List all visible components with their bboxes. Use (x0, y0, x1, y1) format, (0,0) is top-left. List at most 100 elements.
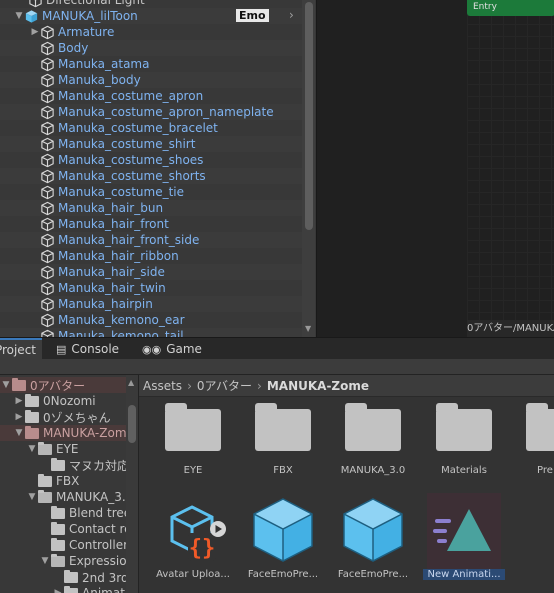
gameobject-icon (41, 73, 54, 87)
hierarchy-row[interactable]: Body (0, 40, 302, 56)
expand-arrow-icon[interactable]: ▼ (26, 492, 38, 502)
folder-label: 0Nozomi (43, 394, 96, 408)
gameobject-icon (41, 329, 54, 337)
gameobject-icon (41, 137, 54, 151)
hierarchy-item-label: Manuka_costume_shoes (58, 153, 204, 167)
hierarchy-item-label: Manuka_costume_shorts (58, 169, 206, 183)
folder-label: EYE (56, 442, 79, 456)
hierarchy-row[interactable]: Manuka_costume_apron_nameplate (0, 104, 302, 120)
tab-project[interactable]: Project (0, 338, 42, 360)
hierarchy-row[interactable]: Manuka_hair_bun (0, 200, 302, 216)
bottom-tab-bar: Project ▤ Console ◉◉ Game (0, 337, 554, 360)
asset-label: New Animati... (423, 569, 505, 580)
hierarchy-item-label: Manuka_hair_bun (58, 201, 164, 215)
emo-badge: Emo (236, 9, 269, 22)
folder-icon (64, 569, 78, 583)
expand-arrow-icon[interactable]: ▼ (39, 556, 51, 566)
gameobject-icon (41, 233, 54, 247)
project-folder-item[interactable]: Controllers (0, 537, 134, 553)
expand-arrow-icon[interactable]: ▶ (13, 412, 25, 422)
hierarchy-row[interactable]: ▶ Armature (0, 24, 302, 40)
hierarchy-row[interactable]: Manuka_body (0, 72, 302, 88)
expand-arrow-icon[interactable]: ▼ (0, 380, 12, 390)
tab-game[interactable]: ◉◉ Game (142, 338, 202, 360)
project-tree-scrollbar[interactable]: ▲ (126, 375, 138, 593)
hierarchy-row[interactable]: Manuka_costume_shirt (0, 136, 302, 152)
gameobject-icon (41, 313, 54, 327)
expand-arrow-icon[interactable]: ▼ (13, 428, 25, 438)
hierarchy-item-label: Manuka_costume_shirt (58, 137, 196, 151)
project-folder-item[interactable]: 2nd 3rd せ (0, 569, 138, 585)
scroll-down-icon[interactable]: ▼ (305, 324, 311, 333)
asset-faceemo-prefab[interactable]: FaceEmoPre... (332, 493, 414, 583)
hierarchy-row[interactable]: Manuka_costume_apron (0, 88, 302, 104)
breadcrumb-item[interactable]: MANUKA-Zome (267, 379, 369, 393)
project-folder-item[interactable]: ▼ MANUKA-Zome (0, 425, 134, 441)
hierarchy-row[interactable]: Manuka_costume_shoes (0, 152, 302, 168)
expand-arrow-icon[interactable]: ▼ (14, 11, 24, 21)
asset-folder-fbx[interactable]: FBX (242, 399, 324, 483)
breadcrumb: Assets › 0アバター › MANUKA-Zome (139, 375, 554, 397)
folder-icon (51, 537, 65, 551)
project-folder-item[interactable]: Blend tree (0, 505, 131, 521)
scrollbar-thumb[interactable] (305, 2, 313, 230)
hierarchy-row[interactable]: Manuka_hair_ribbon (0, 248, 302, 264)
hierarchy-row[interactable]: Manuka_hair_side (0, 264, 302, 280)
chevron-right-icon[interactable]: › (289, 8, 294, 22)
entry-state-node[interactable]: Entry (467, 0, 554, 16)
expand-arrow-icon[interactable]: ▼ (26, 444, 38, 454)
animation-clip-icon (433, 509, 491, 551)
expand-arrow-icon[interactable]: ▶ (13, 396, 25, 406)
hierarchy-row[interactable]: Manuka_hair_front (0, 216, 302, 232)
hierarchy-row[interactable]: Manuka_costume_bracelet (0, 120, 302, 136)
project-folder-item[interactable]: ▶ Animation (0, 585, 138, 593)
hierarchy-scrollbar[interactable]: ▼ (302, 0, 315, 337)
hierarchy-row[interactable]: Manuka_costume_tie (0, 184, 302, 200)
project-folder-item[interactable]: Contact rec (0, 521, 138, 537)
project-folder-item[interactable]: ▼ MANUKA_3.0 (0, 489, 133, 505)
asset-folder-eye[interactable]: EYE (152, 399, 234, 483)
folder-icon (25, 393, 39, 407)
hierarchy-row[interactable]: Manuka_kemono_ear (0, 312, 302, 328)
project-folder-item[interactable]: ▼ EYE (0, 441, 126, 457)
animator-grid[interactable] (467, 0, 554, 320)
project-folder-item[interactable]: ▶ 0Nozomi (0, 393, 126, 409)
expand-arrow-icon[interactable]: ▶ (30, 27, 40, 37)
asset-avatar-uploader[interactable]: {} Avatar Uploa... (152, 493, 234, 583)
folder-icon (526, 403, 554, 451)
hierarchy-row[interactable]: Manuka_hair_front_side (0, 232, 302, 248)
expand-arrow-icon[interactable]: ▶ (52, 588, 64, 593)
scrollbar-thumb[interactable] (128, 405, 136, 443)
hierarchy-row[interactable]: Manuka_atama (0, 56, 302, 72)
project-folder-item[interactable]: ▼ Expressions (0, 553, 138, 569)
asset-new-animation[interactable]: New Animati... (423, 493, 505, 583)
asset-folder-pre[interactable]: Pre (513, 399, 554, 483)
hierarchy-row[interactable]: Manuka_kemono_tail (0, 328, 302, 337)
prefab-icon (343, 498, 403, 562)
breadcrumb-item[interactable]: Assets (143, 379, 182, 393)
project-folder-item[interactable]: ▶ 0ゾメちゃん (0, 409, 126, 425)
scroll-up-icon[interactable]: ▲ (128, 378, 134, 387)
hierarchy-item-label: Body (58, 41, 89, 55)
folder-icon (38, 473, 52, 487)
tab-console[interactable]: ▤ Console (56, 338, 119, 360)
folder-icon (38, 489, 52, 503)
svg-text:{}: {} (189, 536, 216, 561)
breadcrumb-item[interactable]: 0アバター (197, 377, 252, 394)
animator-view[interactable]: Entry 0アバター/MANUKA-Zome (316, 0, 554, 337)
hierarchy-row[interactable]: Manuka_hairpin (0, 296, 302, 312)
project-folder-item[interactable]: ▼ 0アバター (0, 377, 126, 393)
hierarchy-row[interactable]: Manuka_costume_shorts (0, 168, 302, 184)
asset-label: FaceEmoPre... (337, 569, 409, 580)
asset-folder-materials[interactable]: Materials (423, 399, 505, 483)
folder-icon (12, 377, 26, 391)
asset-folder-manuka[interactable]: MANUKA_3.0 (332, 399, 414, 483)
gameobject-icon (41, 169, 54, 183)
hierarchy-row[interactable]: Directional Light (0, 0, 302, 8)
project-folder-item[interactable]: マヌカ対応しゅ (0, 457, 138, 473)
asset-label: Pre (537, 465, 553, 476)
tab-label: Game (166, 342, 202, 356)
project-folder-item[interactable]: FBX (0, 473, 126, 489)
asset-faceemo-prefab[interactable]: FaceEmoPre... (242, 493, 324, 583)
hierarchy-row[interactable]: Manuka_hair_twin (0, 280, 302, 296)
